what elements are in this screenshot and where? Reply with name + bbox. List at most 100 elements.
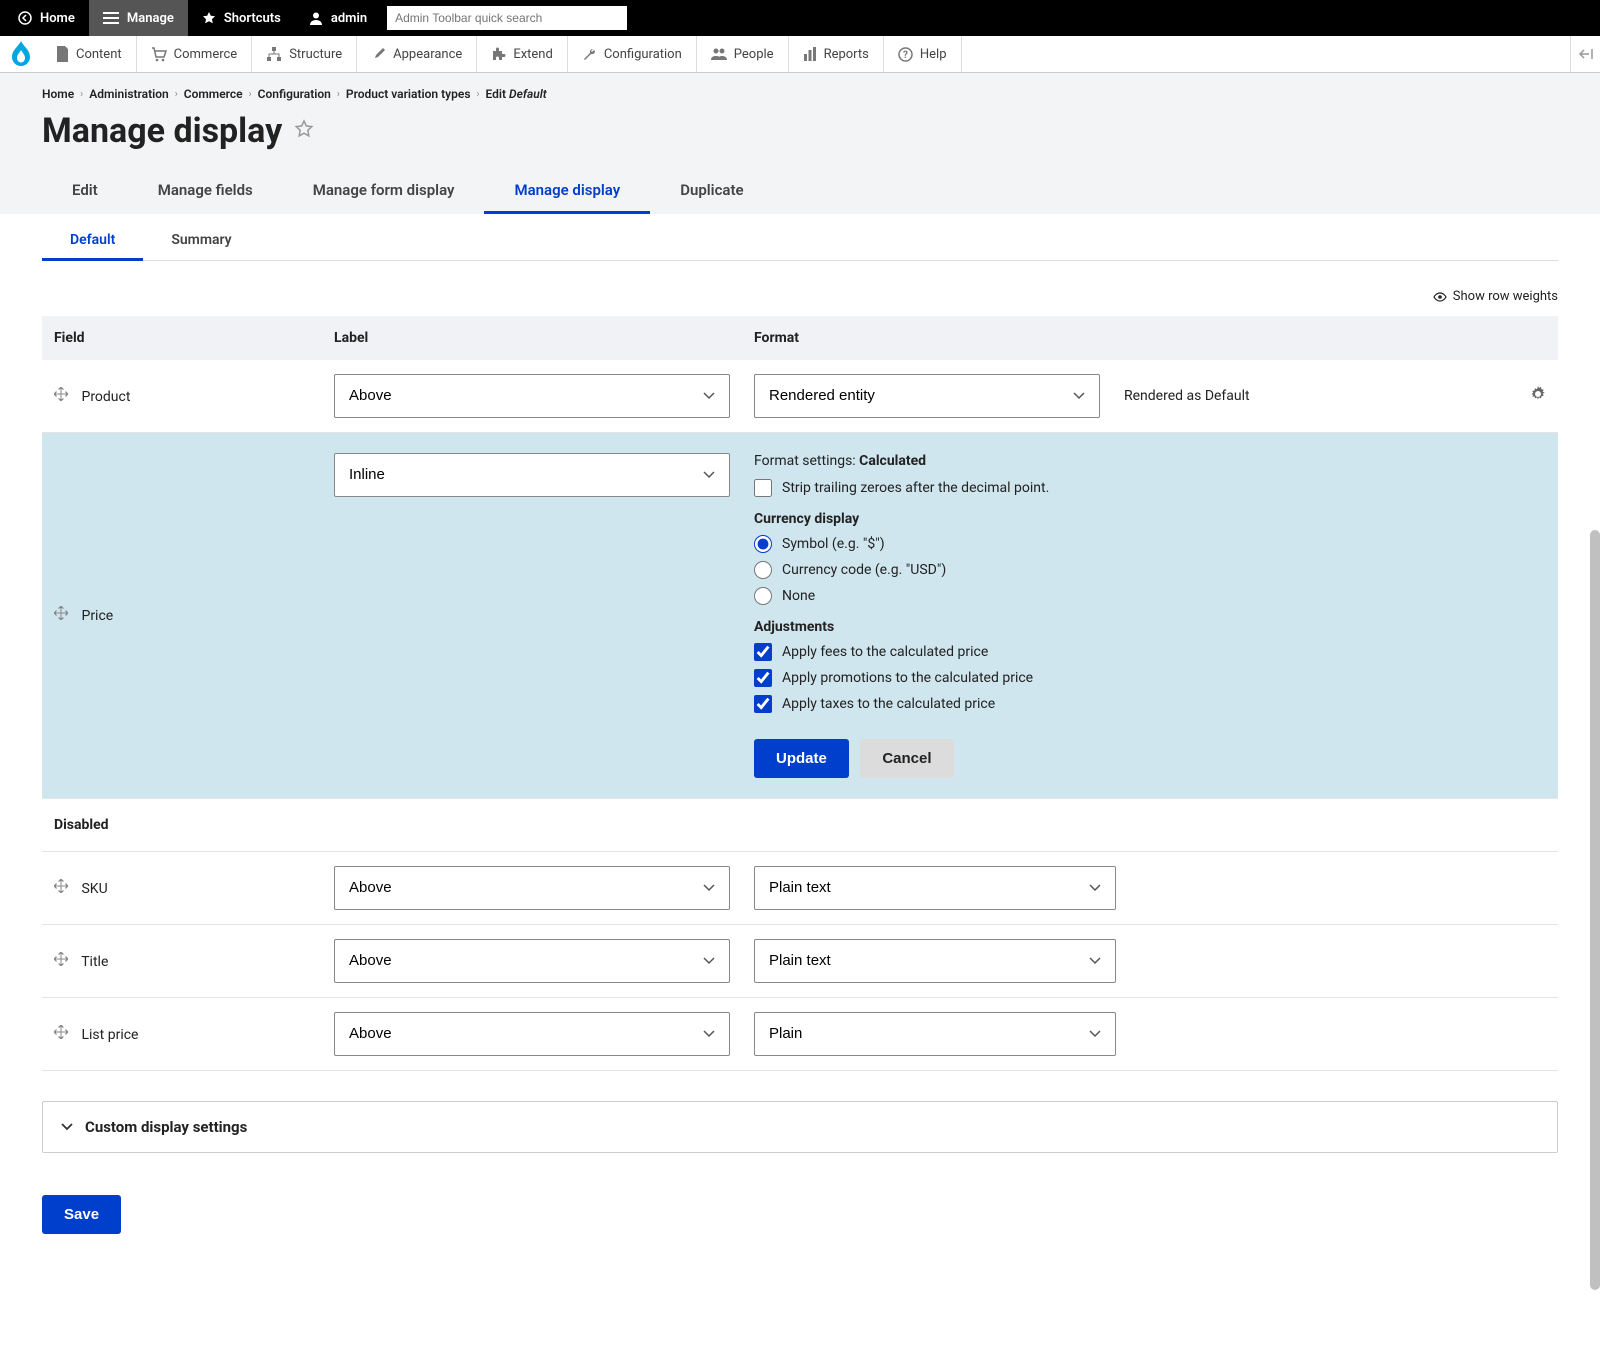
currency-display-label: Currency display <box>754 511 1546 527</box>
menu-content[interactable]: Content <box>42 36 137 72</box>
subtab-summary[interactable]: Summary <box>143 222 259 260</box>
breadcrumb-administration[interactable]: Administration <box>89 87 169 101</box>
breadcrumb-configuration[interactable]: Configuration <box>258 87 331 101</box>
drag-handle[interactable] <box>54 879 68 893</box>
drag-handle[interactable] <box>54 952 68 966</box>
update-button[interactable]: Update <box>754 739 849 778</box>
collapse-icon <box>1578 48 1594 60</box>
chevron-right-icon: › <box>476 89 479 100</box>
th-field: Field <box>42 316 322 360</box>
tab-manage-display[interactable]: Manage display <box>484 169 650 214</box>
field-name: Price <box>81 608 113 624</box>
admin-search-input[interactable] <box>387 6 627 30</box>
breadcrumb-commerce[interactable]: Commerce <box>184 87 243 101</box>
label-select-price[interactable]: Inline <box>334 453 730 497</box>
menu-configuration[interactable]: Configuration <box>568 36 697 72</box>
label-select-sku[interactable]: Above <box>334 866 730 910</box>
strip-zeroes-checkbox[interactable] <box>754 479 772 497</box>
toolbar-collapse[interactable] <box>1570 36 1600 72</box>
eye-icon <box>1433 292 1447 302</box>
toolbar-user[interactable]: admin <box>295 0 381 36</box>
menu-extend[interactable]: Extend <box>477 36 568 72</box>
content-region: Default Summary Show row weights Field L… <box>0 214 1600 1274</box>
drupal-logo[interactable] <box>0 36 42 72</box>
move-icon <box>54 952 68 966</box>
toolbar-shortcuts[interactable]: Shortcuts <box>188 0 295 36</box>
toolbar-home[interactable]: Home <box>4 0 89 36</box>
currency-none-option[interactable]: None <box>754 587 1546 605</box>
document-icon <box>56 46 69 62</box>
field-row-price: Price Inline Format settings: Calculated <box>42 432 1558 798</box>
move-icon <box>54 606 68 620</box>
field-name: Product <box>81 389 130 405</box>
menu-appearance[interactable]: Appearance <box>357 36 477 72</box>
secondary-tabs: Default Summary <box>42 214 1558 261</box>
field-display-table: Field Label Format Product Above <box>42 316 1558 1071</box>
menu-reports[interactable]: Reports <box>789 36 884 72</box>
toolbar-user-label: admin <box>331 11 367 26</box>
favorite-toggle[interactable] <box>294 119 314 143</box>
tab-duplicate[interactable]: Duplicate <box>650 169 773 214</box>
currency-symbol-radio[interactable] <box>754 535 772 553</box>
adjustment-taxes-option[interactable]: Apply taxes to the calculated price <box>754 695 1546 713</box>
settings-button-product[interactable] <box>1530 386 1546 402</box>
show-row-weights-link[interactable]: Show row weights <box>1433 289 1558 304</box>
currency-symbol-option[interactable]: Symbol (e.g. "$") <box>754 535 1546 553</box>
currency-code-radio[interactable] <box>754 561 772 579</box>
format-settings-title: Format settings: Calculated <box>754 453 1546 469</box>
breadcrumb-variation-types[interactable]: Product variation types <box>346 87 471 101</box>
label-select-title[interactable]: Above <box>334 939 730 983</box>
page-header: Home › Administration › Commerce › Confi… <box>0 73 1600 214</box>
currency-code-option[interactable]: Currency code (e.g. "USD") <box>754 561 1546 579</box>
hamburger-icon <box>103 11 119 25</box>
toolbar-manage[interactable]: Manage <box>89 0 188 36</box>
custom-display-settings[interactable]: Custom display settings <box>42 1101 1558 1153</box>
disabled-section-header: Disabled <box>42 798 1558 851</box>
adjustment-taxes-checkbox[interactable] <box>754 695 772 713</box>
save-button[interactable]: Save <box>42 1195 121 1234</box>
cart-icon <box>151 47 167 62</box>
paintbrush-icon <box>371 47 386 62</box>
drag-handle[interactable] <box>54 606 68 620</box>
menu-help[interactable]: ? Help <box>884 36 962 72</box>
currency-none-radio[interactable] <box>754 587 772 605</box>
move-icon <box>54 387 68 401</box>
format-select-list-price[interactable]: Plain <box>754 1012 1116 1056</box>
menu-commerce[interactable]: Commerce <box>137 36 253 72</box>
label-select-list-price[interactable]: Above <box>334 1012 730 1056</box>
chevron-right-icon: › <box>80 89 83 100</box>
format-select-title[interactable]: Plain text <box>754 939 1116 983</box>
bar-chart-icon <box>803 47 817 61</box>
tab-manage-fields[interactable]: Manage fields <box>128 169 283 214</box>
drag-handle[interactable] <box>54 1025 68 1039</box>
page-title: Manage display <box>42 111 282 151</box>
subtab-default[interactable]: Default <box>42 222 143 261</box>
wrench-icon <box>582 47 597 62</box>
breadcrumb-home[interactable]: Home <box>42 87 74 101</box>
adjustment-fees-checkbox[interactable] <box>754 643 772 661</box>
adjustment-promotions-checkbox[interactable] <box>754 669 772 687</box>
tab-manage-form-display[interactable]: Manage form display <box>283 169 485 214</box>
adjustment-fees-option[interactable]: Apply fees to the calculated price <box>754 643 1546 661</box>
field-row-sku: SKU Above Plain text <box>42 851 1558 924</box>
star-icon <box>202 11 216 25</box>
field-row-product: Product Above Rendered entity Rendered a… <box>42 360 1558 433</box>
drag-handle[interactable] <box>54 387 68 401</box>
format-select-sku[interactable]: Plain text <box>754 866 1116 910</box>
tab-edit[interactable]: Edit <box>42 169 128 214</box>
cancel-button[interactable]: Cancel <box>860 739 953 778</box>
chevron-right-icon: › <box>175 89 178 100</box>
format-select-product[interactable]: Rendered entity <box>754 374 1100 418</box>
chevron-down-icon <box>61 1123 73 1131</box>
scrollbar[interactable] <box>1590 530 1600 1290</box>
menu-structure[interactable]: Structure <box>252 36 357 72</box>
gear-icon <box>1530 386 1546 402</box>
label-select-product[interactable]: Above <box>334 374 730 418</box>
field-name: List price <box>81 1027 138 1043</box>
adjustment-promotions-option[interactable]: Apply promotions to the calculated price <box>754 669 1546 687</box>
strip-zeroes-option[interactable]: Strip trailing zeroes after the decimal … <box>754 479 1546 497</box>
hierarchy-icon <box>266 47 282 62</box>
menu-people[interactable]: People <box>697 36 789 72</box>
custom-display-label: Custom display settings <box>85 1118 247 1136</box>
primary-tabs: Edit Manage fields Manage form display M… <box>42 169 1558 214</box>
